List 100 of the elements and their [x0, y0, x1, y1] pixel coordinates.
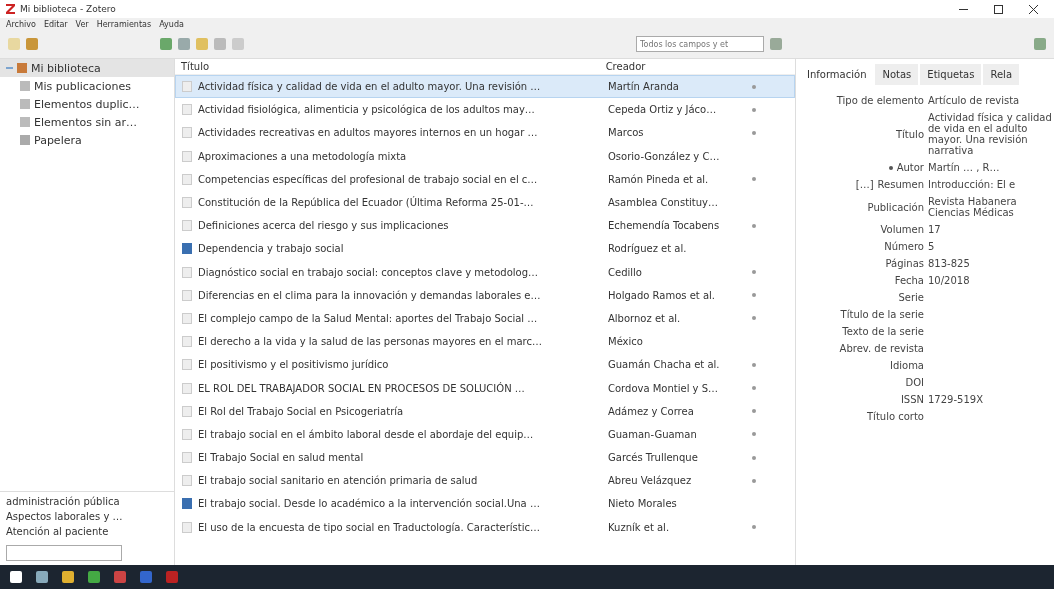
- field-label: Serie: [898, 292, 924, 303]
- creator-text: Osorio-González y C…: [607, 150, 721, 162]
- field-label: Fecha: [894, 275, 924, 286]
- title-text: Actividad física y calidad de vida en el adulto mayor. Una revisión …: [198, 81, 541, 93]
- menu-item[interactable]: Herramientas: [96, 19, 152, 29]
- column-header[interactable]: Título: [175, 61, 600, 72]
- trash-icon: [20, 135, 30, 145]
- tag-item[interactable]: administración pública: [6, 496, 168, 507]
- field-label: Páginas: [885, 258, 924, 269]
- tab[interactable]: Rela: [983, 64, 1019, 85]
- document-icon: [182, 150, 192, 162]
- field-label: DOI: [905, 377, 924, 388]
- field-label: Título de la serie: [840, 309, 924, 320]
- tab[interactable]: Notas: [875, 64, 919, 85]
- menu-item[interactable]: Archivo: [6, 19, 36, 29]
- document-icon: [182, 173, 192, 185]
- field-label: Resumen: [877, 179, 924, 190]
- field-label: Volumen: [880, 224, 924, 235]
- collection-item[interactable]: Mi biblioteca: [0, 59, 174, 77]
- creator-text: Marcos: [607, 127, 645, 139]
- field-label: Tipo de elemento: [836, 95, 924, 106]
- menu-item[interactable]: Ayuda: [159, 19, 184, 29]
- collapse-icon[interactable]: [6, 64, 13, 72]
- column-header[interactable]: Creador: [599, 61, 795, 72]
- document-icon: [182, 336, 192, 348]
- title-text: El derecho a la vida y la salud de las personas mayores en el marc…: [198, 336, 542, 348]
- search-field[interactable]: Todos los campos y et: [636, 36, 764, 52]
- maximize-icon[interactable]: [993, 4, 1003, 14]
- menu-item[interactable]: Ver: [75, 19, 89, 29]
- field-value[interactable]: 1729-519X: [928, 394, 1054, 405]
- document-icon: [182, 312, 192, 324]
- document-icon: [182, 475, 192, 487]
- title-text: Definiciones acerca del riesgo y sus implicaciones: [198, 220, 449, 232]
- document-icon: [182, 104, 192, 116]
- creator-text: Adámez y Correa: [607, 405, 695, 417]
- title-text: El Trabajo Social en salud mental: [198, 452, 364, 464]
- close-icon[interactable]: [1028, 4, 1038, 14]
- document-icon: [182, 127, 192, 139]
- tag-item[interactable]: Aspectos laborales y …: [6, 511, 168, 522]
- tag-filter-field[interactable]: [6, 545, 122, 561]
- creator-text: Rodríguez et al.: [607, 243, 688, 255]
- field-label: Publicación: [867, 201, 924, 213]
- field-value[interactable]: Introducción: El e: [928, 179, 1054, 190]
- document-icon: [182, 405, 192, 417]
- creator-text: Cepeda Ortiz y Jáco…: [607, 104, 718, 116]
- field-value[interactable]: 813-825: [928, 258, 1054, 269]
- field-value[interactable]: 5: [928, 241, 1054, 252]
- collection-item[interactable]: Elementos sin ar…: [0, 113, 174, 131]
- title-text: El trabajo social. Desde lo académico a la intervención social.Una …: [198, 498, 540, 510]
- creator-text: Martín Aranda: [607, 81, 680, 93]
- title-text: Diagnóstico social en trabajo social: conceptos clave y metodolog…: [198, 266, 538, 278]
- title-text: Actividad fisiológica, alimenticia y psicológica de los adultos may…: [198, 104, 535, 116]
- creator-text: México: [607, 336, 644, 348]
- item-row[interactable]: Actividad física y calidad de vida en el adulto mayor. Una revisión … Martín Aranda: [175, 75, 795, 99]
- field-value[interactable]: 17: [928, 224, 1054, 235]
- book-icon: [182, 498, 192, 510]
- field-label: Idioma: [889, 360, 924, 371]
- tag-item[interactable]: Atención al paciente: [6, 526, 168, 537]
- document-icon: [182, 452, 192, 464]
- field-value[interactable]: Revista Habanera Ciencias Médicas: [928, 196, 1054, 218]
- document-icon: [182, 220, 192, 232]
- document-icon: [182, 266, 192, 278]
- document-icon: [182, 289, 192, 301]
- creator-type-icon[interactable]: [888, 165, 893, 170]
- title-text: EL ROL DEL TRABAJADOR SOCIAL EN PROCESOS DE SOLUCIÓN …: [198, 382, 525, 394]
- title-text: Actividades recreativas en adultos mayores internos en un hogar …: [198, 127, 538, 139]
- creator-text: Albornoz et al.: [607, 312, 682, 324]
- field-value[interactable]: Actividad física y calidad de vida en el adulto mayor. Una revisión narrativa: [928, 112, 1054, 156]
- field-value[interactable]: Artículo de revista: [928, 95, 1054, 106]
- minimize-icon[interactable]: [958, 8, 968, 10]
- abstract-toggle[interactable]: […]: [855, 179, 874, 190]
- menu-item[interactable]: Editar: [43, 19, 68, 29]
- field-value[interactable]: Martín … , R…: [928, 162, 1054, 173]
- creator-text: Garcés Trullenque: [607, 452, 699, 464]
- field-label: Título: [895, 128, 924, 140]
- title-text: El complejo campo de la Salud Mental: aportes del Trabajo Social …: [198, 312, 538, 324]
- title-text: El Rol del Trabajo Social en Psicogeriatría: [198, 405, 404, 417]
- creator-text: Asamblea Constituy…: [607, 197, 720, 209]
- field-value[interactable]: 10/2018: [928, 275, 1054, 286]
- title-text: El uso de la encuesta de tipo social en Traductología. Característic…: [198, 521, 540, 533]
- field-label: Título corto: [867, 411, 924, 422]
- document-icon: [182, 428, 192, 440]
- creator-text: Cordova Montiel y S…: [607, 382, 720, 394]
- title-text: Constitución de la República del Ecuador (Última Reforma 25-01-…: [198, 197, 534, 209]
- collection-item[interactable]: Papelera: [0, 131, 174, 149]
- window-title: Mi biblioteca - Zotero: [20, 4, 117, 14]
- title-text: El positivismo y el positivismo jurídico: [198, 359, 389, 371]
- creator-text: Cedillo: [607, 266, 643, 278]
- collection-item[interactable]: Mis publicaciones: [0, 77, 174, 95]
- field-label: Texto de la serie: [842, 326, 924, 337]
- creator-text: Guamán Chacha et al.: [607, 359, 721, 371]
- creator-text: Kuzník et al.: [607, 521, 671, 533]
- tab[interactable]: Etiquetas: [920, 64, 982, 85]
- collection-item[interactable]: Elementos duplic…: [0, 95, 174, 113]
- document-icon: [182, 81, 192, 93]
- creator-text: Nieto Morales: [607, 498, 678, 510]
- title-text: Dependencia y trabajo social: [198, 243, 344, 255]
- document-icon: [182, 197, 192, 209]
- creator-text: Holgado Ramos et al.: [607, 289, 716, 301]
- book-icon: [182, 243, 192, 255]
